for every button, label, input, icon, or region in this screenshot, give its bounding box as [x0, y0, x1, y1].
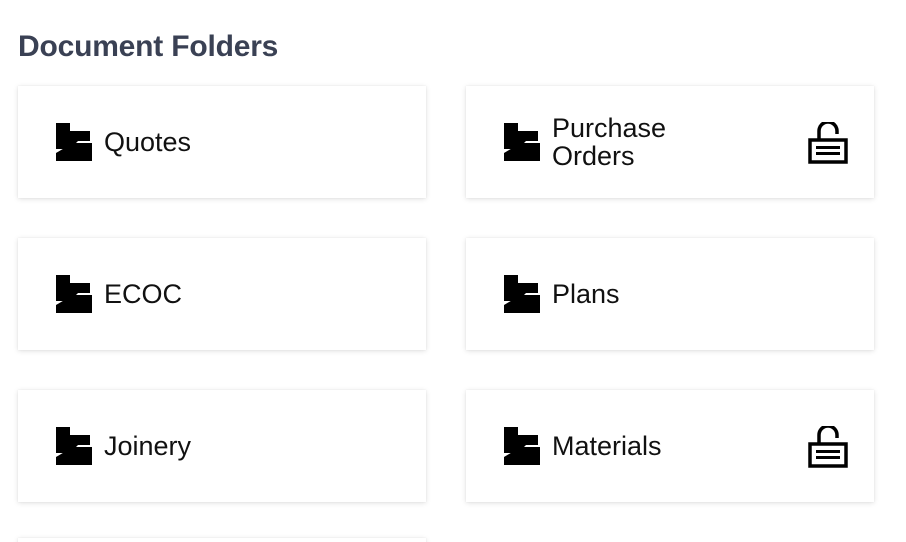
folder-card-materials[interactable]: Materials	[466, 390, 874, 502]
unlocked-icon	[808, 122, 848, 164]
document-folders-page: Document Folders Quotes Purchase Orders	[0, 0, 906, 542]
folder-icon	[504, 275, 540, 313]
unlocked-icon	[808, 426, 848, 468]
folder-label: Quotes	[104, 127, 192, 157]
folder-card-partial[interactable]	[18, 538, 426, 542]
folder-card-joinery[interactable]: Joinery	[18, 390, 426, 502]
folder-icon	[56, 275, 92, 313]
folder-icon	[56, 427, 92, 465]
page-title: Document Folders	[18, 30, 279, 63]
folder-icon	[56, 123, 92, 161]
folder-icon	[504, 123, 540, 161]
folder-card-purchase-orders[interactable]: Purchase Orders	[466, 86, 874, 198]
folder-label: Purchase Orders	[552, 113, 667, 171]
folder-card-quotes[interactable]: Quotes	[18, 86, 426, 198]
folder-card-plans[interactable]: Plans	[466, 238, 874, 350]
folder-label: ECOC	[104, 279, 183, 309]
folder-card-ecoc[interactable]: ECOC	[18, 238, 426, 350]
folder-grid: Quotes Purchase Orders ECOC Plans Joiner…	[18, 86, 874, 502]
folder-label: Materials	[552, 431, 662, 461]
folder-icon	[504, 427, 540, 465]
folder-label: Joinery	[104, 431, 192, 461]
folder-label: Plans	[552, 279, 620, 309]
